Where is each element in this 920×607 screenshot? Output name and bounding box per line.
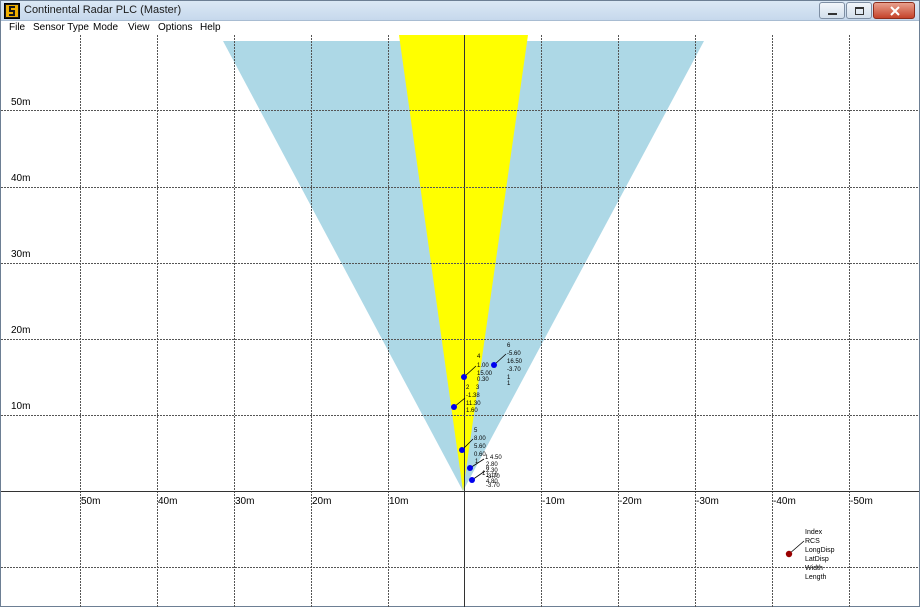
lateral-label-neg30: -30m (696, 496, 719, 507)
maximize-icon (855, 7, 864, 15)
target-legend: Index RCS LongDisp LatDisp Width Length (785, 529, 835, 581)
svg-text:1: 1 (485, 455, 489, 461)
svg-text:16.50: 16.50 (507, 359, 523, 365)
menu-help[interactable]: Help (200, 22, 221, 33)
range-label-40: 40m (11, 173, 30, 184)
menu-mode[interactable]: Mode (93, 22, 118, 33)
title-bar[interactable]: Continental Radar PLC (Master) (1, 1, 919, 21)
lateral-label-neg10: -10m (542, 496, 565, 507)
menu-bar: File Sensor Type Mode View Options Help (1, 21, 919, 35)
svg-text:0.30: 0.30 (477, 377, 489, 383)
radar-canvas[interactable]: 10m 20m 30m 40m 50m 50m 40m 30m 20m 10m … (1, 35, 919, 607)
range-label-20: 20m (11, 325, 30, 336)
svg-text:-3.70: -3.70 (486, 483, 500, 489)
lateral-label-30: 30m (235, 496, 254, 507)
svg-text:LatDisp: LatDisp (805, 556, 829, 563)
svg-text:1.60: 1.60 (466, 408, 478, 414)
svg-text:-5.60: -5.60 (507, 351, 521, 357)
lateral-label-50: 50m (81, 496, 100, 507)
menu-file[interactable]: File (9, 22, 25, 33)
radar-window: Continental Radar PLC (Master) File Sens… (0, 0, 920, 607)
svg-text:Length: Length (805, 574, 827, 581)
range-labels: 10m 20m 30m 40m 50m (11, 97, 30, 412)
radar-plot-area[interactable]: 10m 20m 30m 40m 50m 50m 40m 30m 20m 10m … (1, 35, 919, 607)
lateral-label-neg50: -50m (850, 496, 873, 507)
window-title: Continental Radar PLC (Master) (24, 4, 182, 16)
range-label-10: 10m (11, 401, 30, 412)
maximize-button[interactable] (846, 2, 872, 19)
svg-text:4.50: 4.50 (490, 455, 502, 461)
range-label-50: 50m (11, 97, 30, 108)
minimize-icon (828, 13, 837, 15)
svg-text:5.60: 5.60 (474, 444, 486, 450)
svg-text:11.30: 11.30 (466, 401, 481, 407)
close-button[interactable] (873, 2, 915, 19)
minimize-button[interactable] (819, 2, 845, 19)
svg-text:LongDisp: LongDisp (805, 547, 835, 554)
svg-text:-3.70: -3.70 (507, 367, 521, 373)
menu-view[interactable]: View (128, 22, 150, 33)
lateral-label-neg40: -40m (773, 496, 796, 507)
svg-text:-1.38: -1.38 (466, 393, 480, 399)
range-label-30: 30m (11, 249, 30, 260)
lateral-label-40: 40m (158, 496, 177, 507)
svg-text:Index: Index (805, 529, 823, 536)
svg-text:Width: Width (805, 565, 823, 572)
lateral-label-20: 20m (312, 496, 331, 507)
svg-text:8.00: 8.00 (474, 436, 486, 442)
menu-sensor-type[interactable]: Sensor Type (33, 22, 89, 33)
close-icon (890, 6, 900, 16)
lateral-label-neg20: -20m (619, 496, 642, 507)
legend-target-marker (785, 550, 793, 558)
lateral-labels: 50m 40m 30m 20m 10m 0 -10m -20m -30m -40… (81, 496, 873, 507)
svg-text:1.00: 1.00 (477, 363, 489, 369)
menu-options[interactable]: Options (158, 22, 192, 33)
svg-text:RCS: RCS (805, 538, 820, 545)
legend-text: Index RCS LongDisp LatDisp Width Length (805, 529, 835, 581)
app-logo-icon (4, 3, 20, 19)
lateral-label-10: 10m (389, 496, 408, 507)
window-controls (819, 2, 915, 20)
